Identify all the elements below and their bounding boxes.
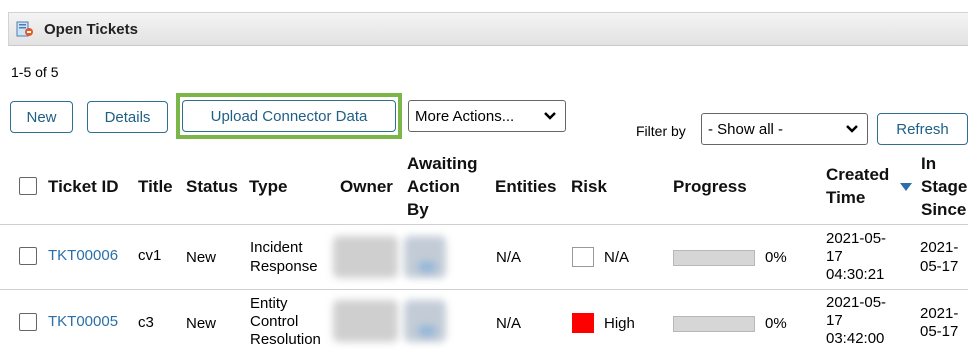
ticket-title: c3 xyxy=(138,314,154,331)
row-checkbox[interactable] xyxy=(19,313,37,331)
progress-bar xyxy=(673,316,755,332)
owner-avatar-blurred xyxy=(333,236,398,278)
header-status[interactable]: Status xyxy=(186,177,238,197)
awaiting-avatar-accent xyxy=(418,326,436,336)
in-stage-since: 2021- xyxy=(920,239,959,256)
upload-connector-data-button[interactable]: Upload Connector Data xyxy=(182,100,396,132)
filter-dropdown[interactable]: - Show all - xyxy=(701,113,868,145)
divider xyxy=(0,289,968,290)
ticket-title: cv1 xyxy=(138,247,162,264)
record-count: 1-5 of 5 xyxy=(11,64,59,80)
ticket-status: New xyxy=(186,249,217,266)
risk-label: High xyxy=(604,315,635,332)
header-ticket-id[interactable]: Ticket ID xyxy=(48,177,119,197)
ticket-type: Control xyxy=(250,313,299,330)
new-button[interactable]: New xyxy=(10,101,73,133)
header-entities[interactable]: Entities xyxy=(495,177,556,197)
header-owner[interactable]: Owner xyxy=(340,177,393,197)
filter-label: Filter by xyxy=(636,123,686,139)
ticket-entities: N/A xyxy=(496,249,522,266)
header-risk[interactable]: Risk xyxy=(571,177,607,197)
created-time: 2021-05- xyxy=(826,230,887,247)
risk-label: N/A xyxy=(604,249,630,266)
created-time: 04:30:21 xyxy=(826,266,885,283)
ticket-entities: N/A xyxy=(496,315,522,332)
chevron-down-icon xyxy=(846,125,858,133)
risk-swatch xyxy=(572,247,594,267)
details-button[interactable]: Details xyxy=(87,101,168,133)
ticket-type: Resolution xyxy=(250,331,321,348)
in-stage-since: 05-17 xyxy=(920,323,959,340)
in-stage-since: 2021- xyxy=(920,305,959,322)
panel-header: Open Tickets xyxy=(8,12,968,46)
ticket-type: Incident xyxy=(250,239,303,256)
filter-value: - Show all - xyxy=(708,120,784,138)
panel-title: Open Tickets xyxy=(44,21,138,38)
tickets-icon xyxy=(16,21,33,37)
progress-bar xyxy=(673,250,755,266)
sort-desc-icon xyxy=(900,183,912,191)
created-time: 03:42:00 xyxy=(826,330,885,347)
header-type[interactable]: Type xyxy=(249,177,287,197)
more-actions-dropdown[interactable]: More Actions... xyxy=(408,100,566,132)
progress-text: 0% xyxy=(765,315,787,332)
divider xyxy=(0,224,968,225)
created-time: 2021-05- xyxy=(826,294,887,311)
chevron-down-icon xyxy=(544,112,556,120)
risk-swatch xyxy=(572,313,594,333)
header-title[interactable]: Title xyxy=(138,177,173,197)
header-progress[interactable]: Progress xyxy=(673,177,747,197)
upload-highlight: Upload Connector Data xyxy=(176,93,402,139)
owner-avatar-blurred xyxy=(333,300,398,342)
created-time: 17 xyxy=(826,312,843,329)
created-time: 17 xyxy=(826,248,843,265)
ticket-status: New xyxy=(186,315,217,332)
awaiting-avatar-accent xyxy=(418,262,436,272)
ticket-id-link[interactable]: TKT00005 xyxy=(48,313,118,331)
ticket-type: Entity xyxy=(250,295,288,312)
more-actions-label: More Actions... xyxy=(415,107,515,125)
progress-text: 0% xyxy=(765,249,787,266)
open-tickets-panel: Open Tickets 1-5 of 5 New Details Upload… xyxy=(0,0,968,349)
in-stage-since: 05-17 xyxy=(920,258,959,275)
ticket-id-link[interactable]: TKT00006 xyxy=(48,247,118,265)
row-checkbox[interactable] xyxy=(19,247,37,265)
refresh-button[interactable]: Refresh xyxy=(877,113,968,145)
ticket-type: Response xyxy=(250,258,318,275)
select-all-checkbox[interactable] xyxy=(19,177,37,195)
